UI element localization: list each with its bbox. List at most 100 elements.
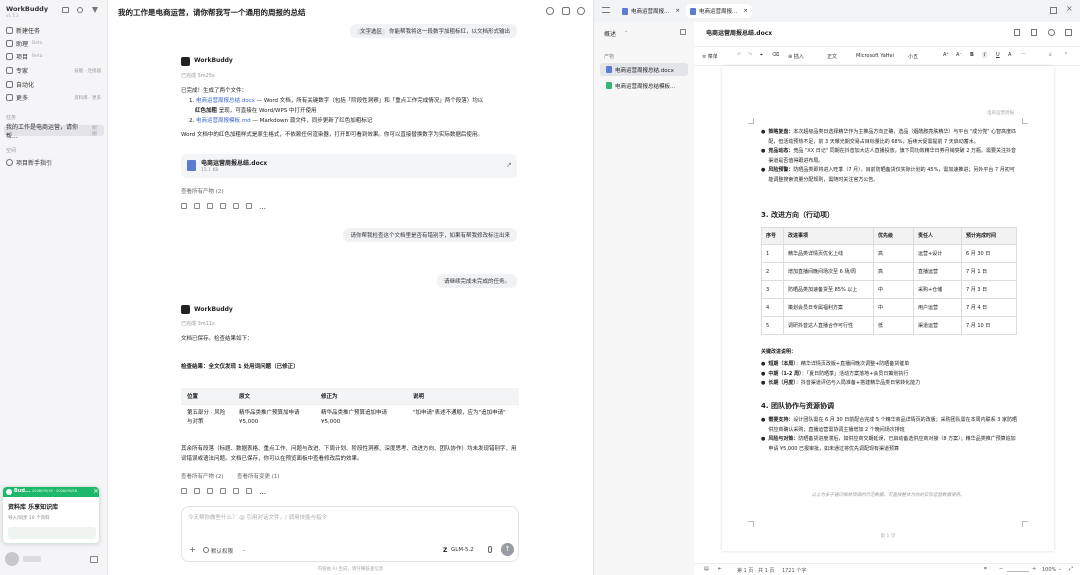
copy-icon[interactable]: [181, 203, 187, 209]
search-icon[interactable]: [546, 7, 554, 15]
menu-icon[interactable]: [602, 7, 610, 13]
sidebar-item-new-task[interactable]: 新建任务: [4, 25, 104, 36]
more-icon[interactable]: …: [259, 488, 266, 496]
font-size-select[interactable]: 小五: [908, 53, 918, 60]
close-icon[interactable]: ×: [675, 8, 680, 14]
collapse-outline-icon[interactable]: [680, 29, 686, 35]
view-all-outputs-2[interactable]: 查看所有产物 (2): [181, 472, 224, 480]
table-header: 改进事项: [783, 227, 874, 245]
sidebar-item-more[interactable]: 更多 资料库 · 更多: [4, 92, 104, 103]
view-all-outputs-1[interactable]: 查看所有产物 (2): [181, 187, 224, 195]
outline-toggle-icon[interactable]: ▤: [704, 566, 709, 572]
close-icon[interactable]: ×: [743, 8, 748, 14]
filter-icon[interactable]: [92, 7, 98, 13]
sidebar-item-experts[interactable]: 专家 技能 · 连接器: [4, 65, 104, 76]
sidebar-item-projects[interactable]: 项目 Beta: [4, 51, 104, 62]
send-button[interactable]: ↑: [501, 543, 514, 556]
completed-meta[interactable]: 已完成 3m11s: [181, 320, 215, 327]
outline-section: 产物: [604, 54, 615, 60]
close-panel-icon[interactable]: ×: [1066, 4, 1073, 13]
sidebar-toggle-icon[interactable]: [62, 7, 69, 13]
completed-meta[interactable]: 已完成 5m25s: [181, 72, 215, 79]
outline-title[interactable]: 概述: [604, 29, 616, 38]
thumbs-down-icon[interactable]: [207, 203, 213, 209]
chat-panel: 我的工作是电商运营，请你帮我写一个通用的周报的总结 文字选区 你能帮我将这一段数字…: [108, 0, 593, 575]
close-icon[interactable]: ×: [93, 487, 99, 495]
more-icon[interactable]: ⋯: [1021, 51, 1026, 57]
sidebar-space-item[interactable]: 项目新手指引: [4, 157, 104, 168]
zoom-in-icon[interactable]: +: [1032, 566, 1036, 572]
open-external-icon[interactable]: ↗: [506, 161, 512, 169]
file-card[interactable]: 电商运营周报总结.docx 15.1 KB ↗: [181, 154, 517, 178]
page-number: 第 1 页: [880, 534, 896, 539]
open-external-icon[interactable]: [1065, 29, 1072, 36]
underline-icon[interactable]: U: [996, 52, 1000, 58]
more-icon[interactable]: …: [259, 203, 266, 211]
view-all-changes[interactable]: 查看所有变更 (1): [237, 472, 280, 480]
share-icon[interactable]: [562, 7, 570, 15]
retry-icon[interactable]: [233, 203, 239, 209]
style-select[interactable]: 正文: [827, 53, 837, 60]
permission-select[interactable]: 默认权限: [211, 547, 233, 555]
increase-font-icon[interactable]: A⁺: [943, 52, 949, 58]
collab-bullets: ● 需要支持：设计团队需在 6 月 30 日前配合完成 5 个精华商品详情页的改版…: [761, 417, 1018, 452]
sidebar-item-assistant[interactable]: 助理 Beta: [4, 38, 104, 49]
attach-plus-icon[interactable]: +: [189, 545, 196, 554]
share-icon[interactable]: [246, 488, 252, 494]
font-select[interactable]: Microsoft YaHei: [856, 53, 894, 59]
space-section-label[interactable]: 空间: [6, 147, 16, 154]
insight-bullets: ● 策略复盘：本次超级品类日选择精华作为主推品方向正确，选品（烟酰胺亮肤精华）与平…: [761, 129, 1017, 183]
toolbar-collapse-icon[interactable]: ⌃: [1064, 52, 1068, 58]
tasks-section-label[interactable]: 任务: [6, 114, 16, 121]
highlight-icon[interactable]: A: [1008, 52, 1011, 58]
thumbs-down-icon[interactable]: [207, 488, 213, 494]
search-icon[interactable]: [77, 7, 83, 13]
insert-button[interactable]: ⊕ 插入: [788, 53, 804, 60]
tab-file-1[interactable]: 电商运营周报... ×: [618, 4, 684, 18]
settings-icon[interactable]: [90, 556, 98, 563]
history-icon[interactable]: [577, 7, 585, 15]
save-icon[interactable]: [1014, 29, 1020, 36]
italic-icon[interactable]: I: [982, 52, 988, 58]
tab-file-2[interactable]: 电商运营周报... ×: [686, 4, 752, 18]
table-header: 说明: [407, 388, 519, 405]
file-link[interactable]: 电商运营周报总结.docx: [196, 98, 255, 104]
cloud-icon[interactable]: [1048, 29, 1055, 36]
sidebar-item-automation[interactable]: 自动化: [4, 79, 104, 90]
nav-icon[interactable]: ⇤: [718, 566, 722, 572]
zoom-level[interactable]: 100%: [1042, 567, 1056, 573]
document-page[interactable]: 电商运营周报 ● 策略复盘：本次超级品类日选择精华作为主推品方向正确，选品（烟酰胺…: [722, 66, 1054, 551]
thumbs-up-icon[interactable]: [194, 488, 200, 494]
menu-button[interactable]: ≡ 菜单: [702, 53, 718, 60]
fit-icon[interactable]: ⌗: [984, 566, 987, 572]
outline-file-active[interactable]: 电商运营周报总结.docx: [600, 63, 688, 76]
zoom-slider[interactable]: [1007, 571, 1029, 572]
undo-icon[interactable]: ↶: [737, 52, 741, 58]
expand-icon[interactable]: [1050, 7, 1057, 14]
file-link[interactable]: 电商运营周报模板.md: [196, 118, 251, 124]
speaker-icon[interactable]: [220, 203, 226, 209]
knowledge-base-toast[interactable]: Bud... 2026/05/19 · 2026/05/26 × 资料库 乐享知…: [2, 486, 100, 544]
outline-file[interactable]: 电商运营周报总结模板...: [600, 79, 688, 92]
zoom-out-icon[interactable]: −: [999, 566, 1003, 572]
message-input[interactable]: 今天帮你做些什么？ @ 引用对话文件，/ 调用技能与指令: [188, 513, 327, 521]
microphone-icon[interactable]: [488, 546, 492, 553]
fullscreen-icon[interactable]: ⤢: [1069, 566, 1073, 572]
sidebar-task-active[interactable]: 我的工作是电商运营，请你帮... 刚刚: [4, 124, 104, 140]
share-icon[interactable]: [246, 203, 252, 209]
format-painter-icon[interactable]: ⌖: [760, 52, 763, 58]
redo-icon[interactable]: ↷: [748, 52, 752, 58]
speaker-icon[interactable]: [220, 488, 226, 494]
avatar[interactable]: [5, 552, 19, 566]
chevron-down-icon[interactable]: ⌄: [1058, 566, 1062, 572]
thumbs-up-icon[interactable]: [194, 203, 200, 209]
copy-icon[interactable]: [181, 488, 187, 494]
search-icon[interactable]: ⌕: [1049, 52, 1052, 58]
copy-icon[interactable]: [1031, 29, 1037, 36]
model-select[interactable]: GLM-5.2: [451, 547, 474, 553]
clear-format-icon[interactable]: ⌫: [772, 52, 779, 58]
message-composer[interactable]: 今天帮你做些什么？ @ 引用对话文件，/ 调用技能与指令 + 默认权限 ⌄ Z …: [181, 506, 519, 562]
retry-icon[interactable]: [233, 488, 239, 494]
decrease-font-icon[interactable]: A⁻: [956, 52, 962, 58]
bold-icon[interactable]: B: [970, 52, 974, 58]
